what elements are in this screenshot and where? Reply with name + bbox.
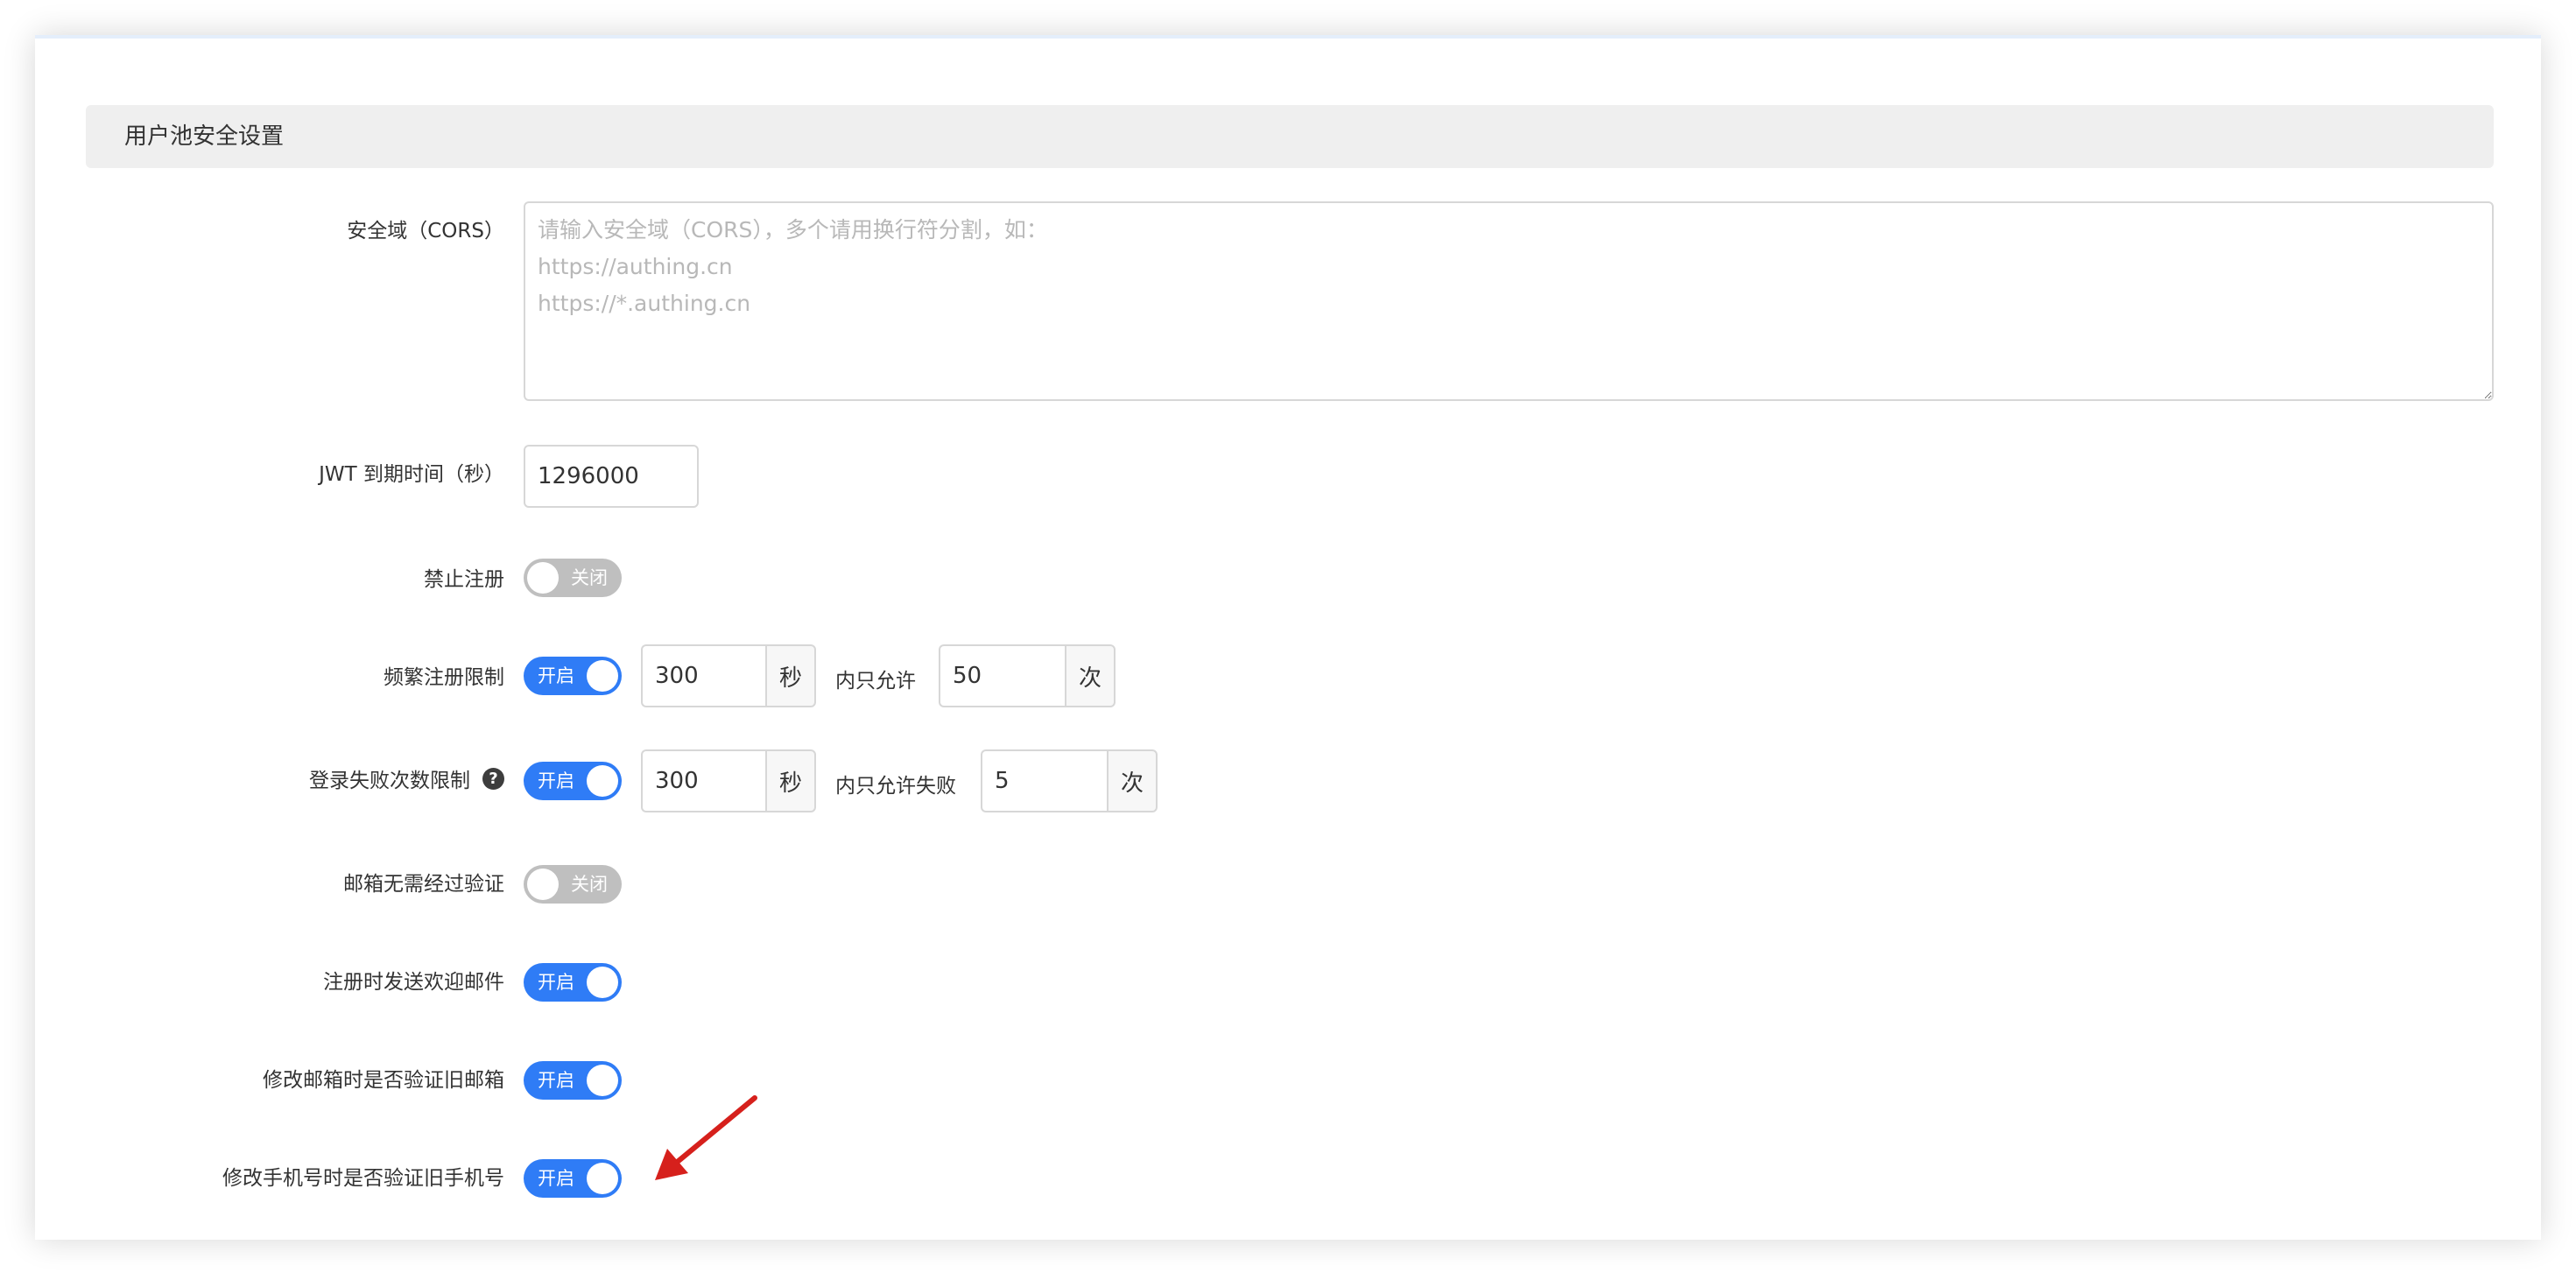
frequent-register-count-group: 次 xyxy=(939,644,1116,707)
switch-state-text: 关闭 xyxy=(571,567,608,588)
switch-knob xyxy=(587,765,618,797)
verify-old-email-switch[interactable]: 开启 xyxy=(524,1061,622,1100)
switch-knob xyxy=(587,967,618,998)
switch-knob xyxy=(527,562,559,594)
switch-state-text: 开启 xyxy=(538,770,574,791)
welcome-email-label: 注册时发送欢迎邮件 xyxy=(323,971,504,994)
email-no-verify-label: 邮箱无需经过验证 xyxy=(343,873,504,896)
switch-knob xyxy=(587,1065,618,1096)
security-settings-card: 用户池安全设置 安全域（CORS） JWT 到期时间（秒） 禁止注册 关闭 频繁… xyxy=(35,35,2541,1240)
login-fail-count-input[interactable] xyxy=(981,749,1107,812)
frequent-register-label: 频繁注册限制 xyxy=(384,666,504,689)
disable-register-switch[interactable]: 关闭 xyxy=(524,559,622,597)
cors-textarea[interactable] xyxy=(524,201,2494,401)
login-fail-middle-text: 内只允许失败 xyxy=(835,775,956,798)
disable-register-label: 禁止注册 xyxy=(424,568,504,591)
frequent-register-switch[interactable]: 开启 xyxy=(524,657,622,695)
seconds-addon: 秒 xyxy=(765,749,816,812)
switch-state-text: 关闭 xyxy=(571,874,608,895)
frequent-register-seconds-group: 秒 xyxy=(641,644,816,707)
count-addon: 次 xyxy=(1107,749,1158,812)
welcome-email-switch[interactable]: 开启 xyxy=(524,963,622,1002)
switch-knob xyxy=(587,1163,618,1194)
switch-state-text: 开启 xyxy=(538,1168,574,1189)
verify-old-email-label: 修改邮箱时是否验证旧邮箱 xyxy=(263,1069,504,1092)
jwt-expire-input[interactable] xyxy=(524,445,699,508)
switch-state-text: 开启 xyxy=(538,665,574,686)
login-fail-label: 登录失败次数限制 ? xyxy=(309,763,504,793)
login-fail-label-text: 登录失败次数限制 xyxy=(309,770,470,792)
login-fail-seconds-input[interactable] xyxy=(641,749,765,812)
jwt-expire-label: JWT 到期时间（秒） xyxy=(319,463,504,486)
switch-state-text: 开启 xyxy=(538,1070,574,1091)
login-fail-count-group: 次 xyxy=(981,749,1158,812)
cors-label: 安全域（CORS） xyxy=(347,220,504,243)
question-circle-icon[interactable]: ? xyxy=(482,767,504,790)
login-fail-switch[interactable]: 开启 xyxy=(524,762,622,800)
verify-old-phone-label: 修改手机号时是否验证旧手机号 xyxy=(222,1167,504,1190)
email-no-verify-switch[interactable]: 关闭 xyxy=(524,865,622,904)
switch-state-text: 开启 xyxy=(538,972,574,993)
login-fail-seconds-group: 秒 xyxy=(641,749,816,812)
frequent-register-count-input[interactable] xyxy=(939,644,1065,707)
frequent-register-seconds-input[interactable] xyxy=(641,644,765,707)
count-addon: 次 xyxy=(1065,644,1116,707)
verify-old-phone-switch[interactable]: 开启 xyxy=(524,1159,622,1198)
frequent-register-middle-text: 内只允许 xyxy=(835,670,916,693)
red-arrow-icon xyxy=(655,1095,757,1180)
switch-knob xyxy=(587,660,618,692)
switch-knob xyxy=(527,869,559,900)
section-title: 用户池安全设置 xyxy=(86,105,2494,168)
seconds-addon: 秒 xyxy=(765,644,816,707)
